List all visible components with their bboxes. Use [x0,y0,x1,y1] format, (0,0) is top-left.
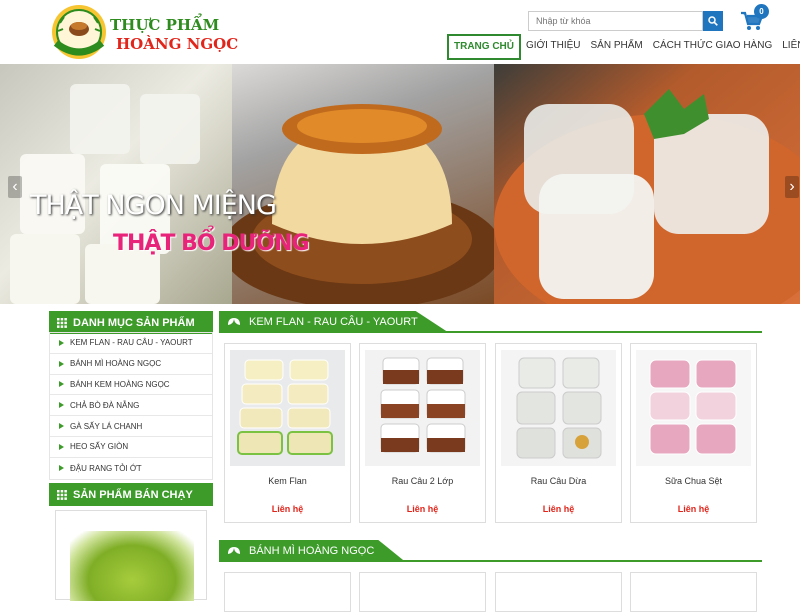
category-item[interactable]: CHẢ BÒ ĐÀ NẴNG [50,395,212,417]
slider-tagline-1: THẬT NGON MIỆNG [30,190,277,221]
category-item[interactable]: HEO SẤY GIÒN [50,437,212,458]
product-price: Liên hệ [542,504,575,514]
slider-next-arrow[interactable]: › [785,176,799,198]
category-item[interactable]: KEM FLAN - RAU CÂU - YAOURT [50,333,212,354]
leaf-icon [228,547,240,554]
brand-logo[interactable] [50,3,108,61]
section-title: KEM FLAN - RAU CÂU - YAOURT [249,315,418,328]
slider-prev-arrow[interactable]: ‹ [8,176,22,198]
slide-image-coconut-jelly [494,64,800,304]
brand-name-line2: HOÀNG NGỌC [116,35,239,53]
bestseller-header: SẢN PHẨM BÁN CHẠY [49,483,213,506]
product-name[interactable]: Sữa Chua Sệt [631,476,756,486]
product-name[interactable]: Rau Câu 2 Lớp [360,476,485,486]
arrow-bullet-icon [59,339,64,346]
product-card[interactable] [495,572,622,612]
arrow-bullet-icon [59,423,64,430]
bestseller-product-image [70,531,194,601]
arrow-bullet-icon [59,402,64,409]
categories-header: DANH MỤC SẢN PHẨM [49,311,213,334]
search-input[interactable] [528,11,703,31]
product-card[interactable] [224,572,351,612]
category-item[interactable]: GÀ SẤY LÁ CHANH [50,416,212,437]
coconut-jelly-image [494,89,800,304]
category-list: KEM FLAN - RAU CÂU - YAOURT BÁNH MÌ HOÀN… [49,332,213,480]
category-item[interactable]: ĐẬU RANG TỎI ỚT [50,458,212,479]
arrow-bullet-icon [59,360,64,367]
bestseller-title: SẢN PHẨM BÁN CHẠY [73,488,193,501]
site-header: THỰC PHẨM HOÀNG NGỌC 0 TRANG CHỦ GIỚI TH… [0,0,800,64]
slide-image-flan [222,64,502,304]
main-nav: TRANG CHỦ GIỚI THIỆU SẢN PHẨM CÁCH THỨC … [447,34,800,60]
search-icon [708,16,718,26]
slider-tagline-2: THẬT BỔ DƯỠNG [113,231,310,256]
section-header-banh-mi: BÁNH MÌ HOÀNG NGỌC [219,540,762,562]
arrow-bullet-icon [59,443,64,450]
product-image-sua-chua-set [636,350,751,466]
flan-image [222,104,502,304]
yogurt-cups-image [10,84,200,304]
category-item[interactable]: BÁNH MÌ HOÀNG NGỌC [50,354,212,375]
nav-item-contact[interactable]: LIÊN HỆ [777,34,800,60]
product-card[interactable]: Kem Flan Liên hệ [224,343,351,523]
arrow-bullet-icon [59,465,64,472]
hero-slider[interactable]: ‹ › [0,64,800,304]
product-card[interactable]: Rau Câu 2 Lớp Liên hệ [359,343,486,523]
section-tab-flan[interactable]: KEM FLAN - RAU CÂU - YAOURT [219,311,448,332]
brand-name-line1: THỰC PHẨM [110,16,220,34]
section-tab-banh-mi[interactable]: BÁNH MÌ HOÀNG NGỌC [219,540,405,561]
nav-item-about[interactable]: GIỚI THIỆU [521,34,586,60]
categories-title: DANH MỤC SẢN PHẨM [73,316,195,329]
arrow-bullet-icon [59,381,64,388]
product-image-rau-cau-dua [501,350,616,466]
product-card[interactable] [630,572,757,612]
grid-icon [57,489,67,500]
product-price: Liên hệ [677,504,710,514]
search-button[interactable] [703,11,723,31]
cart-count-badge: 0 [754,4,769,19]
grid-icon [57,317,67,328]
product-image-kem-flan [230,350,345,466]
category-item[interactable]: BÁNH KEM HOÀNG NGỌC [50,375,212,396]
nav-item-products[interactable]: SẢN PHẨM [586,34,648,60]
bestseller-product-card[interactable] [55,510,207,601]
slide-image-yogurt [0,64,232,304]
leaf-icon [228,318,240,325]
product-card[interactable] [359,572,486,612]
product-image-rau-cau-2-lop [365,350,480,466]
product-name[interactable]: Rau Câu Dừa [496,476,621,486]
nav-item-home[interactable]: TRANG CHỦ [447,34,521,60]
section-title: BÁNH MÌ HOÀNG NGỌC [249,544,375,557]
product-card[interactable]: Rau Câu Dừa Liên hệ [495,343,622,523]
product-card[interactable]: Sữa Chua Sệt Liên hệ [630,343,757,523]
product-name[interactable]: Kem Flan [225,476,350,486]
product-price: Liên hệ [406,504,439,514]
nav-item-delivery[interactable]: CÁCH THỨC GIAO HÀNG [648,34,777,60]
section-header-flan: KEM FLAN - RAU CÂU - YAOURT [219,311,762,333]
product-price: Liên hệ [271,504,304,514]
